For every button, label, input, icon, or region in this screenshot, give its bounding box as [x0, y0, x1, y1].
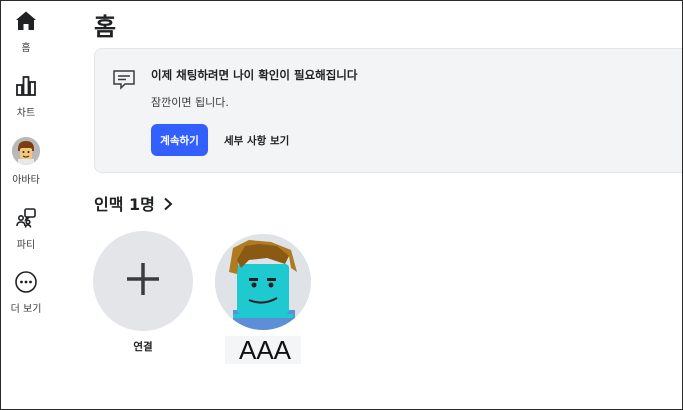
sidebar-item-label: 더 보기: [10, 304, 42, 315]
home-icon: [14, 9, 38, 33]
sidebar-item-party[interactable]: 파티: [1, 206, 51, 251]
sidebar: 홈 차트 아바타 파티 더 보기: [1, 1, 51, 409]
continue-button[interactable]: 계속하기: [151, 124, 208, 156]
add-connection-label: 연결: [133, 341, 153, 353]
friend-avatar[interactable]: [215, 234, 311, 330]
avatar-icon: [12, 137, 40, 165]
chart-icon: [14, 74, 38, 98]
friend-name: AAA: [239, 335, 292, 365]
chat-icon: [112, 69, 136, 91]
more-icon: [14, 270, 38, 294]
add-connection: 연결: [93, 231, 193, 354]
sidebar-item-charts[interactable]: 차트: [1, 74, 51, 119]
sidebar-item-avatar[interactable]: 아바타: [1, 137, 51, 186]
add-connection-button[interactable]: [93, 231, 193, 331]
sidebar-item-label: 홈: [21, 43, 31, 54]
chevron-right-icon: [161, 196, 175, 211]
view-details-button[interactable]: 세부 사항 보기: [216, 124, 297, 156]
sidebar-item-home[interactable]: 홈: [1, 9, 51, 54]
party-icon: [14, 206, 38, 230]
age-verification-notice: 이제 채팅하려면 나이 확인이 필요해집니다 잠깐이면 됩니다. 계속하기 세부…: [94, 48, 682, 173]
page-title: 홈: [94, 13, 117, 41]
connections-title: 인맥 1명: [94, 195, 155, 214]
app-window: 홈 차트 아바타 파티 더 보기 홈 이제 채팅하려면 나이 확인이 필요해집니…: [0, 0, 683, 410]
friend-card: [215, 234, 311, 330]
sidebar-item-label: 아바타: [12, 175, 40, 186]
notice-subtitle: 잠깐이면 됩니다.: [151, 96, 229, 109]
sidebar-item-label: 파티: [16, 240, 36, 251]
connections-header-link[interactable]: 인맥 1명: [94, 191, 175, 215]
plus-icon: [125, 261, 161, 301]
sidebar-item-more[interactable]: 더 보기: [1, 270, 51, 315]
notice-title: 이제 채팅하려면 나이 확인이 필요해집니다: [151, 68, 358, 82]
sidebar-item-label: 차트: [16, 108, 36, 119]
